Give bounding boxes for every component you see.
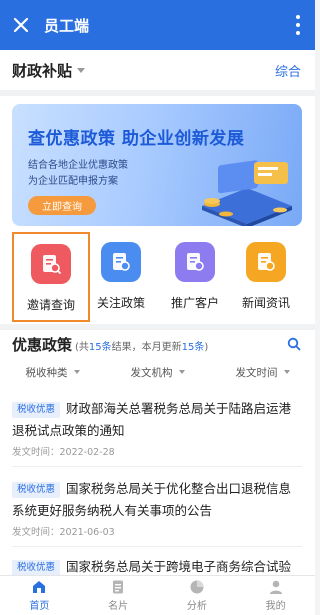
filter-issuer[interactable]: 发文机构 (105, 360, 210, 384)
divider (12, 466, 302, 467)
banner-illustration (202, 160, 292, 226)
quick-label: 推广客户 (170, 296, 219, 310)
tax-tag: 税收优惠 (12, 560, 61, 575)
tab-label: 我的 (265, 601, 286, 612)
chevron-down-icon (178, 370, 185, 374)
switch-link[interactable]: 综合 (275, 61, 301, 80)
list-item[interactable]: 税收优惠国家税务总局关于跨境电子商务综合试验区 (12, 556, 302, 575)
top-card: 查优惠政策 助企业创新发展 结合各地企业优惠政策 为企业匹配申报方案 立即查询 … (0, 96, 315, 324)
tab-label: 分析 (186, 601, 207, 612)
quick-follow-policy[interactable]: 关注政策 (82, 232, 160, 322)
card-icon (113, 580, 124, 594)
chevron-down-icon[interactable] (77, 67, 86, 73)
result-summary: (共15条结果，本月更新15条) (75, 342, 209, 353)
item-date: 发文时间：2021-06-03 (12, 527, 115, 538)
section-selector[interactable]: 财政补贴 (12, 60, 72, 81)
quick-invite-query[interactable]: 邀请查询 (12, 232, 90, 322)
filter-bar: 税收种类 发文机构 发文时间 (0, 360, 315, 384)
promote-customer-icon (175, 242, 215, 282)
list-item[interactable]: 税收优惠 财政部海关总署税务总局关于陆路启运港退税试点政策的通知 发文时间：202… (12, 398, 302, 467)
tab-mine[interactable]: 我的 (236, 576, 315, 615)
quick-news[interactable]: 新闻资讯 (227, 232, 305, 322)
tax-tag: 税收优惠 (12, 402, 61, 418)
quick-label: 邀请查询 (26, 298, 75, 312)
divider (12, 546, 302, 547)
app-bar: 员工端 (0, 0, 315, 50)
policy-title: 优惠政策 (12, 336, 73, 354)
list-item[interactable]: 税收优惠 国家税务总局关于优化整合出口退税信息系统更好服务纳税人有关事项的公告 发… (12, 478, 302, 547)
banner-line: 结合各地企业优惠政策 (28, 160, 128, 171)
policy-header: 优惠政策 (共15条结果，本月更新15条) (12, 334, 208, 358)
follow-policy-icon (101, 242, 141, 282)
section-header: 财政补贴 综合 (0, 50, 315, 90)
user-icon (269, 580, 282, 594)
filter-date[interactable]: 发文时间 (210, 360, 315, 384)
invite-query-icon (31, 244, 71, 284)
home-icon (33, 581, 46, 593)
chevron-down-icon (283, 370, 290, 374)
quick-label: 新闻资讯 (241, 296, 290, 310)
news-icon (246, 242, 286, 282)
promo-banner[interactable]: 查优惠政策 助企业创新发展 结合各地企业优惠政策 为企业匹配申报方案 立即查询 (12, 104, 302, 226)
policy-section: 优惠政策 (共15条结果，本月更新15条) 税收种类 发文机构 发文时间 税收优… (0, 330, 315, 575)
item-date: 发文时间：2022-02-28 (12, 447, 115, 458)
bottom-tab-bar: 首页 名片 分析 我的 (0, 575, 315, 615)
chevron-down-icon (73, 370, 80, 374)
tax-tag: 税收优惠 (12, 482, 61, 498)
quick-actions: 邀请查询 关注政策 推广客户 新闻资讯 (0, 232, 315, 324)
tab-label: 首页 (29, 601, 50, 612)
pie-chart-icon (190, 580, 204, 594)
tab-home[interactable]: 首页 (0, 576, 79, 615)
query-now-button[interactable]: 立即查询 (28, 196, 96, 215)
quick-promote-customer[interactable]: 推广客户 (156, 232, 234, 322)
filter-tax-type[interactable]: 税收种类 (0, 360, 105, 384)
close-icon[interactable] (0, 0, 42, 50)
more-icon[interactable] (295, 15, 301, 35)
search-icon[interactable] (287, 336, 301, 355)
app-title: 员工端 (44, 16, 90, 35)
banner-line: 为企业匹配申报方案 (28, 176, 118, 187)
banner-headline: 查优惠政策 助企业创新发展 (28, 129, 245, 149)
quick-label: 关注政策 (96, 296, 145, 310)
tab-card[interactable]: 名片 (79, 576, 158, 615)
tab-label: 名片 (108, 601, 129, 612)
tab-analysis[interactable]: 分析 (158, 576, 237, 615)
